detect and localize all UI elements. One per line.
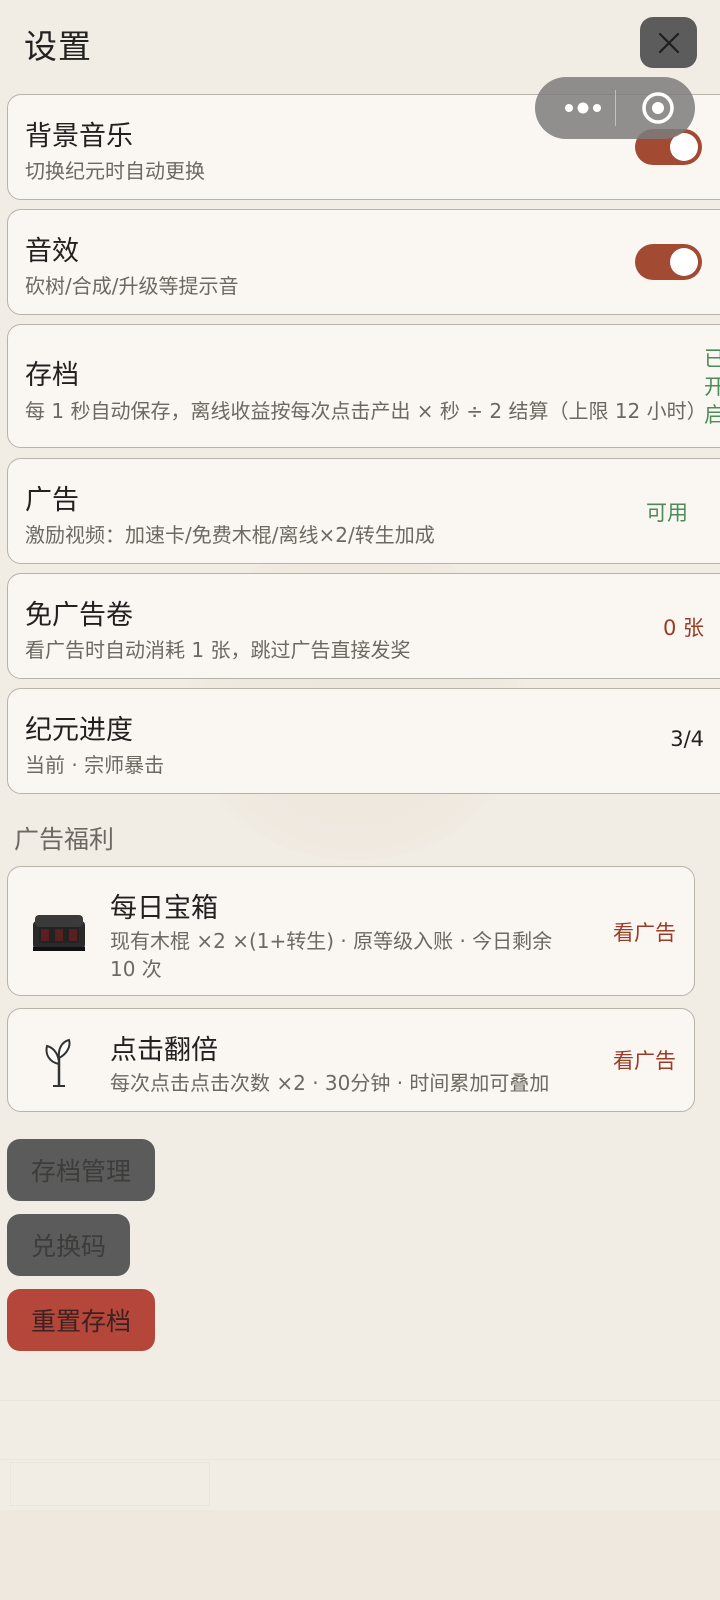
setting-era-progress: 纪元进度 当前 · 宗师暴击 3/4 — [7, 688, 720, 794]
background-row — [0, 1400, 720, 1460]
capsule-divider — [615, 90, 616, 126]
save-manage-button[interactable]: 存档管理 — [7, 1139, 156, 1201]
reset-save-button[interactable]: 重置存档 — [7, 1289, 156, 1351]
setting-desc: 每 1 秒自动保存，离线收益按每次点击产出 × 秒 ÷ 2 结算（上限 12 小… — [25, 399, 707, 423]
target-icon — [642, 92, 674, 124]
more-dots-icon — [565, 102, 601, 114]
save-status: 已开启 — [704, 347, 720, 427]
setting-desc: 砍树/合成/升级等提示音 — [25, 274, 239, 298]
setting-title: 广告 — [25, 485, 79, 516]
setting-save: 存档 每 1 秒自动保存，离线收益按每次点击产出 × 秒 ÷ 2 结算（上限 1… — [7, 324, 720, 448]
setting-title: 音效 — [25, 236, 79, 267]
exit-button[interactable] — [635, 77, 681, 139]
page-title: 设置 — [24, 27, 92, 66]
watch-ad-button[interactable]: 看广告 — [613, 917, 676, 947]
toggle-knob — [670, 248, 698, 276]
background-row — [10, 1462, 210, 1506]
ad-title: 点击翻倍 — [110, 1035, 218, 1066]
treasure-chest-icon — [28, 901, 90, 963]
settings-page: 设置 背景音乐 切换纪元时自动更换 音效 砍树/合成/升级等提示音 存档 每 1… — [0, 0, 720, 1600]
setting-desc: 切换纪元时自动更换 — [25, 159, 205, 183]
setting-sfx: 音效 砍树/合成/升级等提示音 — [7, 209, 720, 315]
setting-desc: 看广告时自动消耗 1 张，跳过广告直接发奖 — [25, 638, 411, 662]
setting-ad-free-ticket: 免广告卷 看广告时自动消耗 1 张，跳过广告直接发奖 0 张 — [7, 573, 720, 679]
setting-title: 背景音乐 — [25, 121, 133, 152]
close-icon — [658, 32, 679, 53]
watch-ad-button[interactable]: 看广告 — [613, 1045, 676, 1075]
ad-item-click-double[interactable]: 点击翻倍 每次点击点击次数 ×2 · 30分钟 · 时间累加可叠加 看广告 — [7, 1008, 695, 1112]
ticket-count: 0 张 — [662, 616, 704, 640]
redeem-code-button[interactable]: 兑换码 — [7, 1214, 131, 1276]
sprout-icon — [28, 1031, 90, 1093]
ad-desc: 现有木棍 ×2 ×(1+转生) · 原等级入账 · 今日剩余 10 次 — [110, 929, 553, 981]
setting-desc: 当前 · 宗师暴击 — [25, 753, 165, 777]
setting-ads: 广告 激励视频：加速卡/免费木棍/离线×2/转生加成 可用 — [7, 458, 720, 564]
setting-title: 纪元进度 — [25, 715, 133, 746]
close-button[interactable] — [640, 17, 697, 68]
setting-title: 免广告卷 — [25, 600, 133, 631]
ad-section-label: 广告福利 — [14, 825, 115, 854]
more-button[interactable] — [555, 77, 611, 139]
setting-desc: 激励视频：加速卡/免费木棍/离线×2/转生加成 — [25, 523, 435, 547]
background-tabbar — [0, 1510, 720, 1600]
ad-desc: 每次点击点击次数 ×2 · 30分钟 · 时间累加可叠加 — [110, 1071, 550, 1095]
miniprogram-capsule — [535, 77, 695, 139]
sfx-toggle[interactable] — [635, 244, 702, 280]
era-progress-value: 3/4 — [670, 727, 704, 751]
setting-title: 存档 — [25, 360, 79, 391]
ad-item-daily-chest[interactable]: 每日宝箱 现有木棍 ×2 ×(1+转生) · 原等级入账 · 今日剩余 10 次… — [7, 866, 695, 996]
ad-title: 每日宝箱 — [110, 893, 218, 924]
ads-status: 可用 — [646, 501, 688, 525]
